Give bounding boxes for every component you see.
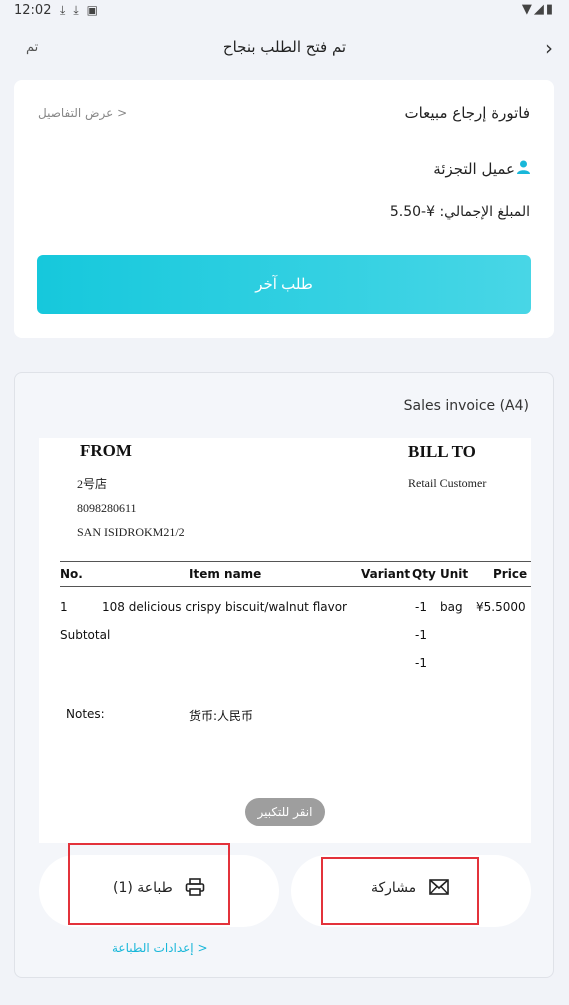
download-icon: ⤓ bbox=[73, 3, 87, 17]
wifi-icon: ▼ bbox=[521, 2, 534, 17]
person-icon bbox=[517, 160, 530, 178]
document-title: فاتورة إرجاع مبيعات bbox=[404, 104, 530, 122]
invoice-preview[interactable]: FROM BILL TO 2号店 8098280611 SAN ISIDROKM… bbox=[39, 438, 531, 843]
notes-value: 货币:人民币 bbox=[189, 709, 254, 723]
column-header: Price bbox=[493, 567, 528, 581]
invoice-card: Sales invoice (A4) FROM BILL TO 2号店 8098… bbox=[14, 372, 554, 978]
column-header: No. bbox=[60, 567, 83, 581]
font-icon: ▣ bbox=[86, 3, 106, 17]
print-highlight-box bbox=[68, 843, 230, 925]
store-address: SAN ISIDROKM21/2 bbox=[77, 525, 185, 539]
download-icon: ⤓ bbox=[60, 3, 74, 17]
bill-to-customer: Retail Customer bbox=[408, 476, 487, 490]
table-header-rule bbox=[60, 586, 531, 587]
column-header: Qty bbox=[412, 567, 436, 581]
column-header: Item name bbox=[189, 567, 262, 581]
zoom-hint[interactable]: انقر للتكبير bbox=[245, 798, 325, 826]
row-price: ¥5.5000 bbox=[476, 600, 526, 614]
store-name: 2号店 bbox=[77, 477, 108, 491]
column-header: Variant bbox=[361, 567, 411, 581]
navigation-bar bbox=[0, 992, 569, 1005]
status-bar: 12:02 ⤓⤓▣ ▼◢▮ bbox=[0, 0, 569, 24]
row-no: 1 bbox=[60, 600, 68, 614]
view-details-link[interactable]: عرض التفاصيل > bbox=[38, 106, 127, 120]
notification-icons: ⤓⤓▣ bbox=[60, 3, 106, 18]
total-amount: المبلغ الإجمالي: ¥-5.50 bbox=[389, 204, 530, 220]
subtotal-qty: -1 bbox=[415, 628, 427, 642]
bill-to-heading: BILL TO bbox=[408, 442, 476, 461]
subtotal-label: Subtotal bbox=[60, 628, 111, 642]
table-top-rule bbox=[60, 561, 531, 562]
top-bar: تم تم فتح الطلب بنجاح › bbox=[0, 26, 569, 72]
invoice-title: Sales invoice (A4) bbox=[403, 398, 529, 414]
battery-icon: ▮ bbox=[545, 2, 555, 17]
system-icons: ▼◢▮ bbox=[522, 2, 555, 17]
total-qty: -1 bbox=[415, 656, 427, 670]
store-phone: 8098280611 bbox=[77, 501, 137, 515]
customer-name: عميل التجزئة bbox=[433, 160, 515, 178]
share-highlight-box bbox=[321, 857, 479, 925]
new-order-button[interactable]: طلب آخر bbox=[37, 255, 531, 314]
from-heading: FROM bbox=[80, 441, 132, 460]
notes-label: Notes: bbox=[66, 707, 105, 721]
row-qty: -1 bbox=[415, 600, 427, 614]
row-item: 108 delicious crispy biscuit/walnut flav… bbox=[102, 600, 347, 614]
print-settings-link[interactable]: إعدادات الطباعة > bbox=[112, 941, 208, 955]
row-unit: bag bbox=[440, 600, 463, 614]
customer-row: عميل التجزئة bbox=[433, 160, 530, 178]
signal-icon: ◢ bbox=[533, 2, 546, 17]
column-header: Unit bbox=[440, 567, 469, 581]
status-time: 12:02 bbox=[14, 3, 52, 18]
page-title: تم فتح الطلب بنجاح bbox=[222, 38, 347, 56]
chevron-right-icon[interactable]: › bbox=[545, 36, 553, 60]
order-summary-card: عرض التفاصيل > فاتورة إرجاع مبيعات عميل … bbox=[14, 80, 554, 338]
